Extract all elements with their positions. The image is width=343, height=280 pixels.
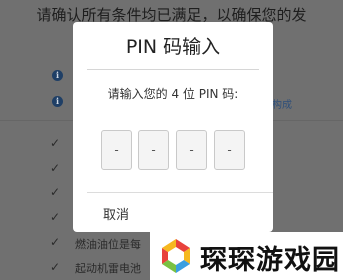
check-icon: ✓ [50, 136, 61, 150]
dialog-title: PIN 码输入 [125, 36, 221, 58]
check-icon: ✓ [50, 235, 61, 249]
background-row-text: 燃油油位是每 [75, 238, 141, 251]
title-divider [87, 69, 259, 70]
info-icon: i [52, 96, 63, 107]
pin-digit-1[interactable]: - [101, 130, 132, 170]
pin-digit-4[interactable]: - [214, 130, 245, 170]
watermark-text: 琛琛游戏园 [200, 245, 340, 276]
pin-prompt: 请输入您的 4 位 PIN 码: [107, 87, 239, 101]
background-info-text: 构成 [272, 100, 292, 111]
check-icon: ✓ [50, 210, 61, 224]
check-icon: ✓ [50, 161, 61, 175]
background-row-text: 起动机雷电池 [75, 262, 141, 275]
watermark-logo-icon [162, 239, 190, 273]
check-icon: ✓ [50, 260, 61, 274]
pin-entry-dialog: PIN 码输入 请输入您的 4 位 PIN 码: - - - - 取消 [73, 22, 273, 232]
cancel-button[interactable]: 取消 [103, 204, 129, 223]
button-divider [87, 192, 273, 193]
pin-digit-2[interactable]: - [138, 130, 169, 170]
check-icon: ✓ [50, 185, 61, 199]
pin-digit-3[interactable]: - [176, 130, 207, 170]
info-icon: i [52, 70, 63, 81]
